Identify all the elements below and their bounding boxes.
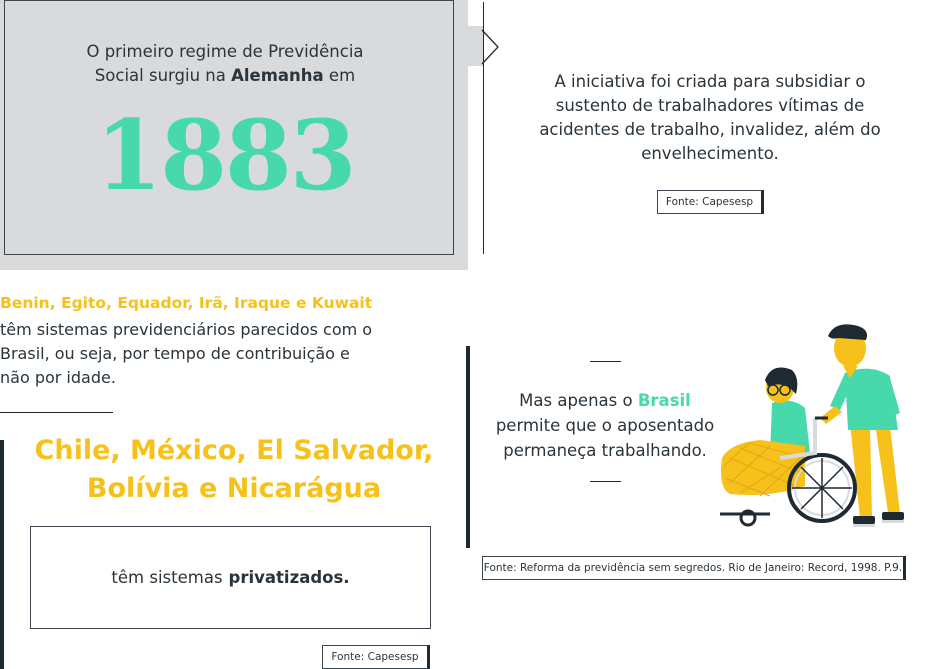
intro-line-2-post: em	[323, 66, 356, 85]
brasil-highlight: Brasil	[637, 391, 691, 410]
brasil-text: Mas apenas o Brasil permite que o aposen…	[476, 388, 734, 463]
privatized-text-pre: têm sistemas	[111, 568, 223, 587]
brasil-line-1-pre: Mas apenas o	[519, 391, 638, 410]
wheelchair-illustration	[720, 324, 904, 527]
privatized-countries-heading: Chile, México, El Salvador, Bolívia e Ni…	[34, 435, 434, 504]
intro-text: O primeiro regime de Previdência Social …	[30, 40, 420, 88]
similar-systems-text: têm sistemas previdenciários parecidos c…	[0, 320, 373, 387]
vertical-divider-top	[483, 2, 484, 254]
wheelchair-figure	[720, 367, 857, 527]
caregiver-figure	[820, 324, 904, 527]
source-badge-capesesp-bottom: Fonte: Capesesp	[322, 645, 430, 669]
privatized-box: têm sistemas privatizados.	[30, 526, 431, 629]
brasil-line-2: permite que o aposentado	[495, 416, 715, 435]
brasil-line-3: permaneça trabalhando.	[503, 441, 707, 460]
short-divider-bottom	[590, 481, 621, 482]
intro-country: Alemanha	[231, 66, 324, 85]
horizontal-divider-left	[0, 412, 113, 413]
intro-line-2: Social surgiu na Alemanha em	[30, 64, 420, 88]
source-badge-book: Fonte: Reforma da previdência sem segred…	[482, 556, 906, 580]
privatized-text-bold: privatizados.	[228, 568, 350, 587]
intro-line-1: O primeiro regime de Previdência	[86, 42, 364, 61]
intro-line-2-pre: Social surgiu na	[94, 66, 232, 85]
source-badge-capesesp-top: Fonte: Capesesp	[657, 190, 764, 214]
year-number: 1883	[95, 99, 356, 212]
brasil-line-1: Mas apenas o Brasil	[476, 388, 734, 413]
similar-countries-heading: Benin, Egito, Equador, Irã, Iraque e Kuw…	[0, 294, 373, 312]
short-divider-top	[590, 361, 621, 362]
initiative-text: A iniciativa foi criada para subsidiar o…	[539, 72, 881, 163]
vertical-bar-left	[0, 440, 4, 669]
vertical-bar-middle	[466, 346, 470, 548]
